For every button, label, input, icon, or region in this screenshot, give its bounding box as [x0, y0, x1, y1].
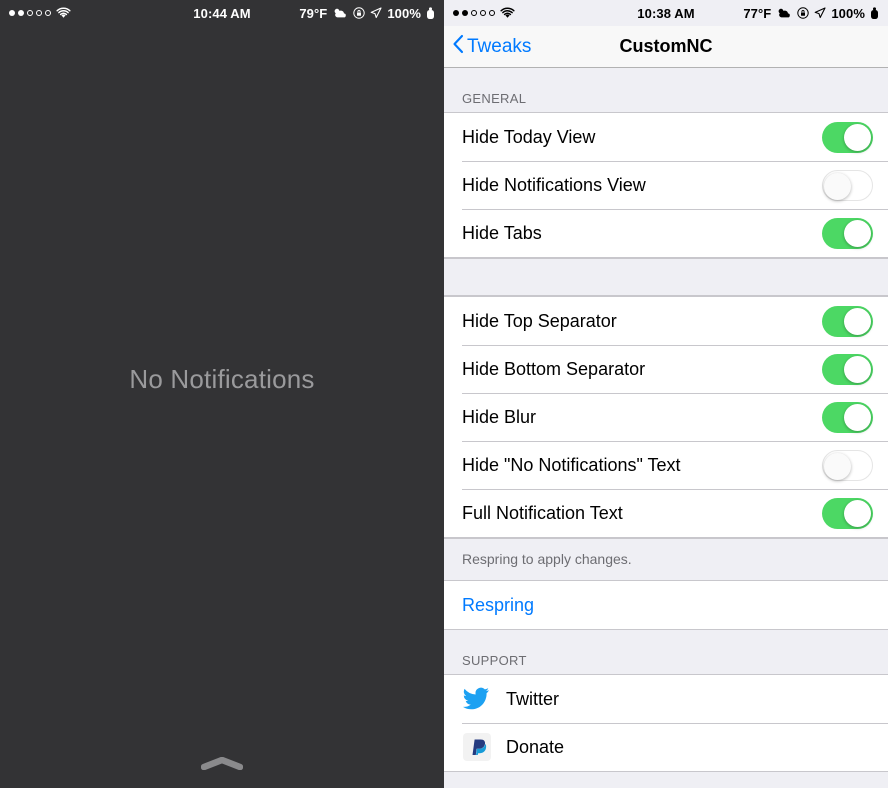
- toggle-hide-no-notifications-text[interactable]: [822, 449, 873, 481]
- row-label: Hide Notifications View: [462, 174, 646, 195]
- back-button-label: Tweaks: [467, 35, 532, 57]
- status-bar-temperature: 79°F: [299, 5, 328, 21]
- paypal-icon: [462, 732, 492, 762]
- partly-cloudy-icon: [332, 7, 348, 19]
- row-label: Full Notification Text: [462, 502, 623, 523]
- section-header-general: GENERAL: [444, 68, 888, 112]
- notification-center-pane: 10:44 AM 79°F 100% No Notifications: [0, 0, 444, 788]
- status-bar-temperature: 77°F: [743, 5, 772, 21]
- row-respring[interactable]: Respring: [444, 581, 888, 629]
- row-hide-today-view[interactable]: Hide Today View: [444, 113, 888, 161]
- rotation-lock-icon: [797, 7, 810, 19]
- section-header-support: SUPPORT: [444, 630, 888, 674]
- row-label: Twitter: [506, 688, 560, 709]
- row-hide-notifications-view[interactable]: Hide Notifications View: [444, 161, 888, 209]
- row-hide-no-notifications-text[interactable]: Hide "No Notifications" Text: [444, 441, 888, 489]
- signal-strength-dots: [453, 10, 495, 16]
- row-label: Hide Bottom Separator: [462, 358, 646, 379]
- toggle-hide-top-separator[interactable]: [822, 305, 873, 337]
- row-full-notification-text[interactable]: Full Notification Text: [444, 489, 888, 537]
- twitter-icon: [462, 684, 492, 714]
- status-bar-right-group: 79°F 100%: [299, 6, 435, 21]
- row-label: Hide "No Notifications" Text: [462, 454, 681, 475]
- wifi-icon: [56, 7, 71, 19]
- screenshot-root: 10:44 AM 79°F 100% No Notifications 10:3…: [0, 0, 888, 788]
- rotation-lock-icon: [353, 7, 366, 19]
- row-label: Donate: [506, 736, 565, 757]
- wifi-icon: [500, 7, 515, 19]
- grabber-handle[interactable]: [200, 756, 244, 771]
- row-hide-tabs[interactable]: Hide Tabs: [444, 209, 888, 257]
- settings-pane: 10:38 AM 77°F 100% Tweaks CustomNC GENER…: [444, 0, 888, 788]
- location-arrow-icon: [370, 7, 382, 19]
- toggle-hide-bottom-separator[interactable]: [822, 353, 873, 385]
- row-hide-blur[interactable]: Hide Blur: [444, 393, 888, 441]
- section-gap: [444, 258, 888, 296]
- respring-button-label: Respring: [462, 594, 535, 615]
- status-bar-left-group: [9, 7, 71, 19]
- chevron-left-icon: [452, 34, 464, 60]
- toggle-hide-notifications-view[interactable]: [822, 169, 873, 201]
- toggle-hide-blur[interactable]: [822, 401, 873, 433]
- back-button[interactable]: Tweaks: [452, 34, 531, 60]
- status-bar-left-group: [453, 7, 515, 19]
- partly-cloudy-icon: [776, 7, 792, 19]
- toggle-full-notification-text[interactable]: [822, 497, 873, 529]
- location-arrow-icon: [814, 7, 826, 19]
- row-donate[interactable]: Donate: [444, 723, 888, 771]
- section-appearance: Hide Top Separator Hide Bottom Separator…: [444, 296, 888, 538]
- no-notifications-text: No Notifications: [129, 364, 315, 394]
- status-bar-right: 10:38 AM 77°F 100%: [444, 0, 888, 26]
- row-label: Hide Top Separator: [462, 310, 617, 331]
- battery-full-icon: [426, 6, 435, 20]
- signal-strength-dots: [9, 10, 51, 16]
- status-bar-left: 10:44 AM 79°F 100%: [0, 0, 444, 26]
- row-label: Hide Today View: [462, 126, 596, 147]
- toggle-hide-today-view[interactable]: [822, 121, 873, 153]
- section-footer-respring-note: Respring to apply changes.: [444, 538, 888, 580]
- battery-full-icon: [870, 6, 879, 20]
- status-bar-time: 10:38 AM: [637, 5, 695, 21]
- section-support: Twitter Donate: [444, 674, 888, 772]
- toggle-hide-tabs[interactable]: [822, 217, 873, 249]
- row-hide-top-separator[interactable]: Hide Top Separator: [444, 297, 888, 345]
- row-hide-bottom-separator[interactable]: Hide Bottom Separator: [444, 345, 888, 393]
- status-bar-battery-percent: 100%: [831, 5, 865, 21]
- row-label: Hide Tabs: [462, 222, 542, 243]
- notification-center-body: No Notifications: [0, 26, 444, 788]
- section-respring: Respring: [444, 580, 888, 630]
- section-general: Hide Today View Hide Notifications View …: [444, 112, 888, 258]
- navigation-bar: Tweaks CustomNC: [444, 26, 888, 68]
- row-twitter[interactable]: Twitter: [444, 675, 888, 723]
- status-bar-time: 10:44 AM: [193, 5, 251, 21]
- row-label: Hide Blur: [462, 406, 537, 427]
- status-bar-right-group: 77°F 100%: [743, 6, 879, 21]
- status-bar-battery-percent: 100%: [387, 5, 421, 21]
